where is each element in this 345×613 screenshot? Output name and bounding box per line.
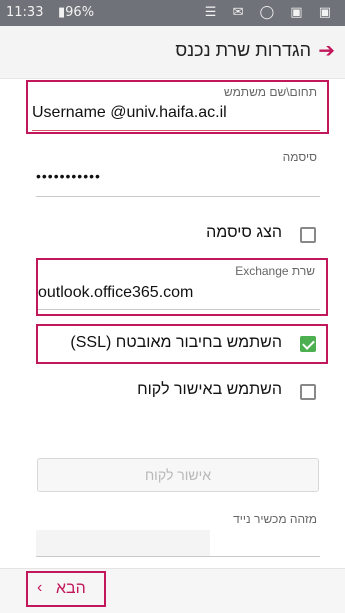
password-label: סיסמה bbox=[282, 150, 317, 164]
exchange-server-input[interactable]: outlook.office365.com bbox=[38, 284, 193, 302]
back-arrow-icon[interactable]: ➔ bbox=[318, 38, 335, 63]
status-icons: ☰ ✉ ◯ ▣ ▣ bbox=[204, 5, 337, 20]
page-title: הגדרות שרת נכנס bbox=[175, 40, 311, 60]
show-password-checkbox[interactable] bbox=[300, 227, 316, 243]
mobile-id-label: מזהה מכשיר נייד bbox=[233, 512, 317, 526]
client-cert-checkbox[interactable] bbox=[300, 384, 316, 400]
exchange-server-label: שרת Exchange bbox=[235, 264, 315, 278]
mobile-id-value[interactable] bbox=[36, 530, 210, 556]
mobile-id-underline bbox=[36, 556, 320, 557]
app-header: הגדרות שרת נכנס ➔ bbox=[0, 26, 345, 79]
domain-username-label: תחום\שם משתמש bbox=[223, 85, 317, 99]
ssl-checkbox[interactable] bbox=[300, 336, 316, 352]
status-time: 11:33 bbox=[6, 5, 44, 20]
domain-username-underline bbox=[32, 130, 320, 131]
client-cert-button[interactable]: אישור לקוח bbox=[37, 458, 319, 492]
show-password-label: הצג סיסמה bbox=[206, 224, 282, 241]
password-underline bbox=[36, 196, 320, 197]
next-button[interactable]: ‹ הבא bbox=[26, 571, 106, 607]
domain-username-input[interactable]: Username @univ.haifa.ac.il bbox=[32, 104, 227, 122]
ssl-label: השתמש בחיבור מאובטח (SSL) bbox=[70, 334, 282, 351]
next-button-label: הבא bbox=[56, 580, 86, 597]
client-cert-button-label: אישור לקוח bbox=[144, 467, 212, 483]
status-bar: 11:33 ▮96% ☰ ✉ ◯ ▣ ▣ bbox=[0, 0, 345, 26]
chevron-left-icon: ‹ bbox=[37, 579, 43, 596]
battery-indicator: ▮96% bbox=[58, 5, 95, 20]
client-cert-label: השתמש באישור לקוח bbox=[137, 381, 282, 398]
exchange-server-underline bbox=[38, 309, 320, 310]
password-input[interactable]: ••••••••••• bbox=[36, 168, 101, 184]
